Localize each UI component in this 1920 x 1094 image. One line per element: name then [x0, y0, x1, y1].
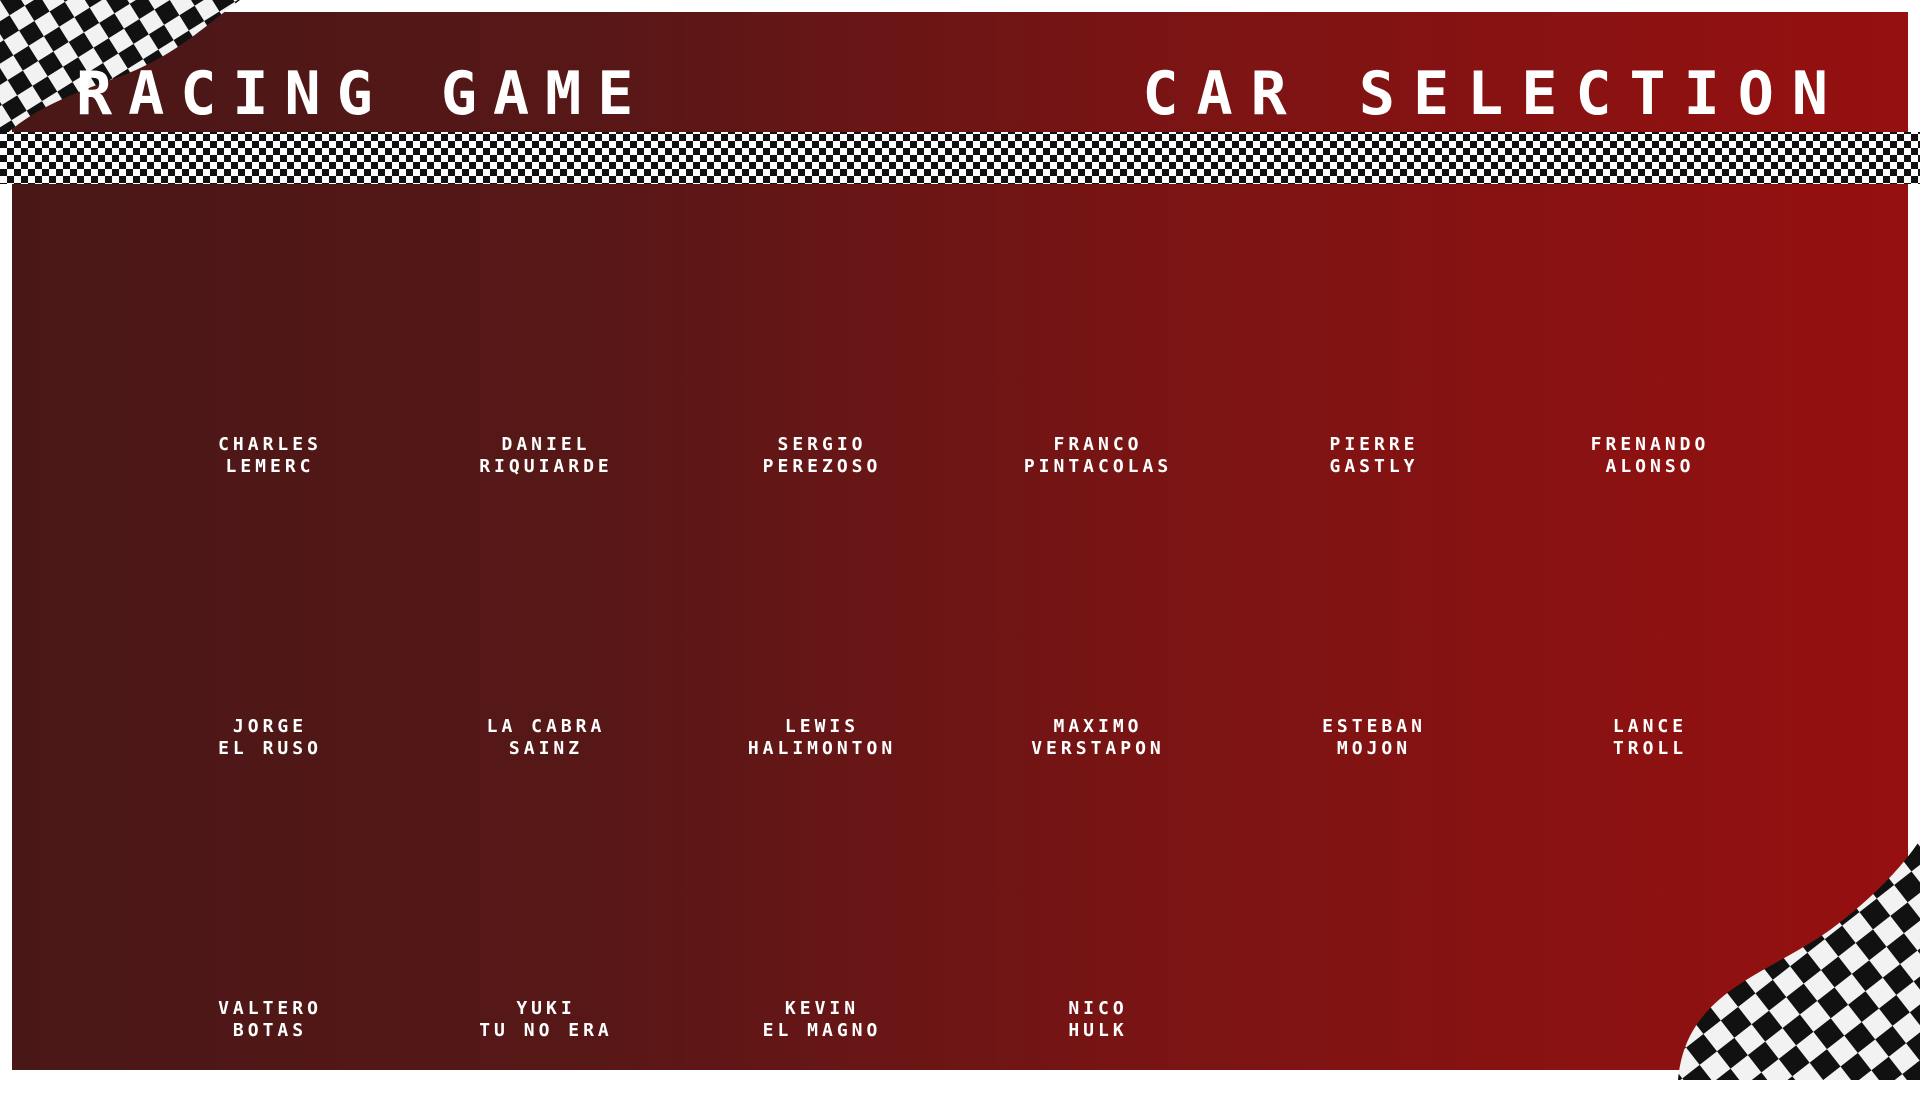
driver-card-daniel-riquiarde[interactable]: DANIEL RIQUIARDE: [436, 420, 656, 530]
driver-first-name: JORGE: [232, 716, 308, 737]
driver-name: LANCE TROLL: [1540, 716, 1760, 760]
driver-first-name: CHARLES: [218, 434, 322, 455]
driver-last-name: PEREZOSO: [762, 456, 882, 477]
driver-card-lewis-halimonton[interactable]: LEWIS HALIMONTON: [712, 702, 932, 812]
driver-name: YUKI TU NO ERA: [436, 998, 656, 1042]
driver-card-kevin-el-magno[interactable]: KEVIN EL MAGNO: [712, 984, 932, 1094]
driver-last-name: HULK: [1068, 1020, 1128, 1041]
driver-first-name: LANCE: [1612, 716, 1688, 737]
driver-last-name: BOTAS: [232, 1020, 308, 1041]
driver-first-name: MAXIMO: [1053, 716, 1143, 737]
driver-name: JORGE EL RUSO: [160, 716, 380, 760]
driver-last-name: EL MAGNO: [762, 1020, 882, 1041]
driver-card-franco-pintacolas[interactable]: FRANCO PINTACOLAS: [988, 420, 1208, 530]
driver-last-name: RIQUIARDE: [479, 456, 613, 477]
driver-name: FRANCO PINTACOLAS: [988, 434, 1208, 478]
driver-card-nico-hulk[interactable]: NICO HULK: [988, 984, 1208, 1094]
driver-name: KEVIN EL MAGNO: [712, 998, 932, 1042]
driver-last-name: VERSTAPON: [1031, 738, 1165, 759]
driver-name: MAXIMO VERSTAPON: [988, 716, 1208, 760]
driver-card-sergio-perezoso[interactable]: SERGIO PEREZOSO: [712, 420, 932, 530]
driver-card-valtero-botas[interactable]: VALTERO BOTAS: [160, 984, 380, 1094]
driver-card-maximo-verstapon[interactable]: MAXIMO VERSTAPON: [988, 702, 1208, 812]
driver-name: DANIEL RIQUIARDE: [436, 434, 656, 478]
driver-grid: CHARLES LEMERC DANIEL RIQUIARDE SERGIO P…: [160, 420, 1810, 1060]
driver-first-name: YUKI: [516, 998, 576, 1019]
driver-name: LEWIS HALIMONTON: [712, 716, 932, 760]
driver-card-jorge-el-ruso[interactable]: JORGE EL RUSO: [160, 702, 380, 812]
checkered-divider: [0, 132, 1920, 184]
driver-last-name: MOJON: [1336, 738, 1412, 759]
driver-first-name: ESTEBAN: [1322, 716, 1426, 737]
driver-card-pierre-gastly[interactable]: PIERRE GASTLY: [1264, 420, 1484, 530]
driver-card-la-cabra-sainz[interactable]: LA CABRA SAINZ: [436, 702, 656, 812]
driver-card-frenando-alonso[interactable]: FRENANDO ALONSO: [1540, 420, 1760, 530]
driver-card-lance-troll[interactable]: LANCE TROLL: [1540, 702, 1760, 812]
driver-last-name: EL RUSO: [218, 738, 322, 759]
driver-first-name: SERGIO: [777, 434, 867, 455]
driver-name: VALTERO BOTAS: [160, 998, 380, 1042]
driver-name: NICO HULK: [988, 998, 1208, 1042]
driver-card-charles-lemerc[interactable]: CHARLES LEMERC: [160, 420, 380, 530]
driver-last-name: PINTACOLAS: [1023, 456, 1173, 477]
driver-name: ESTEBAN MOJON: [1264, 716, 1484, 760]
driver-last-name: TROLL: [1612, 738, 1688, 759]
driver-first-name: NICO: [1068, 998, 1128, 1019]
driver-last-name: GASTLY: [1329, 456, 1419, 477]
driver-card-yuki-tu-no-era[interactable]: YUKI TU NO ERA: [436, 984, 656, 1094]
driver-last-name: LEMERC: [225, 456, 315, 477]
driver-first-name: KEVIN: [784, 998, 860, 1019]
driver-last-name: TU NO ERA: [479, 1020, 613, 1041]
driver-first-name: LEWIS: [784, 716, 860, 737]
driver-name: SERGIO PEREZOSO: [712, 434, 932, 478]
driver-first-name: VALTERO: [218, 998, 322, 1019]
driver-last-name: SAINZ: [508, 738, 584, 759]
driver-name: LA CABRA SAINZ: [436, 716, 656, 760]
driver-name: PIERRE GASTLY: [1264, 434, 1484, 478]
driver-name: CHARLES LEMERC: [160, 434, 380, 478]
driver-last-name: HALIMONTON: [747, 738, 897, 759]
driver-last-name: ALONSO: [1605, 456, 1695, 477]
driver-first-name: FRANCO: [1053, 434, 1143, 455]
game-title: RACING GAME: [76, 59, 650, 129]
driver-first-name: DANIEL: [501, 434, 591, 455]
screen-title: CAR SELECTION: [1142, 59, 1846, 129]
checkered-flag-icon: [1678, 840, 1920, 1080]
driver-card-esteban-mojon[interactable]: ESTEBAN MOJON: [1264, 702, 1484, 812]
driver-name: FRENANDO ALONSO: [1540, 434, 1760, 478]
driver-first-name: FRENANDO: [1590, 434, 1710, 455]
driver-first-name: LA CABRA: [486, 716, 606, 737]
driver-first-name: PIERRE: [1329, 434, 1419, 455]
